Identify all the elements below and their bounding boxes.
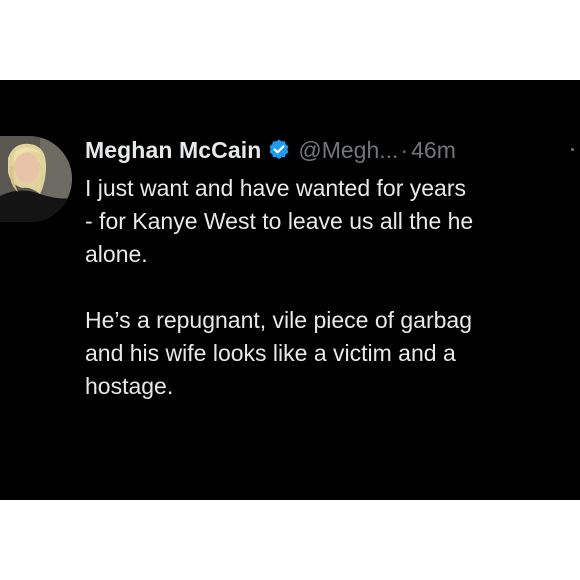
- display-name[interactable]: Meghan McCain: [85, 137, 261, 164]
- more-options-icon[interactable]: [571, 148, 574, 151]
- user-handle[interactable]: @Megh...: [298, 137, 398, 164]
- tweet-text-line: He’s a repugnant, vile piece of garbag: [85, 307, 473, 333]
- tweet-header: Meghan McCain @Megh... · 46m: [85, 132, 456, 168]
- tweet-text-line: hostage.: [85, 373, 174, 399]
- tweet-text-line: I just want and have wanted for years: [85, 175, 466, 201]
- tweet-text-line: and his wife looks like a victim and a: [85, 340, 456, 366]
- avatar[interactable]: [0, 136, 72, 222]
- tweet-text-line: alone.: [85, 241, 148, 267]
- tweet-text-line: - for Kanye West to leave us all the he: [85, 208, 474, 234]
- separator-dot: ·: [400, 136, 409, 163]
- tweet-card[interactable]: Meghan McCain @Megh... · 46m I just want…: [0, 80, 580, 500]
- verified-badge-icon: [267, 138, 291, 162]
- avatar-image: [0, 136, 72, 222]
- screenshot-frame: Meghan McCain @Megh... · 46m I just want…: [0, 0, 580, 580]
- tweet-timestamp[interactable]: 46m: [411, 137, 456, 164]
- tweet-text: I just want and have wanted for years - …: [85, 172, 580, 403]
